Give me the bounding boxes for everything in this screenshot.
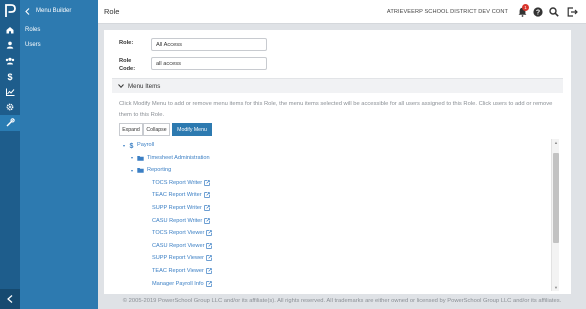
tree-node-timesheet-administration[interactable]: ▾ Timesheet Administration: [131, 152, 210, 164]
home-icon[interactable]: [0, 22, 20, 38]
search-icon[interactable]: [548, 6, 560, 18]
tree-leaf-tocs-report-viewer[interactable]: TOCS Report Viewer: [152, 227, 213, 239]
external-link-icon: [206, 243, 213, 249]
expand-button[interactable]: Expand: [119, 123, 143, 136]
dollar-icon[interactable]: $: [0, 69, 20, 85]
menu-items-help-text: Click Modify Menu to add or remove menu …: [119, 101, 553, 118]
tree-leaf-manager-payroll-info[interactable]: Manager Payroll Info: [152, 278, 212, 289]
tools-icon[interactable]: [0, 115, 20, 131]
dollar-icon: $: [129, 142, 134, 149]
folder-icon: [137, 167, 144, 173]
svg-text:?: ?: [536, 10, 540, 17]
icon-rail: $: [0, 0, 20, 309]
tree-node-label[interactable]: Reporting: [147, 167, 171, 173]
tree-node-label[interactable]: TEAC Report Viewer: [152, 268, 204, 274]
help-icon[interactable]: ?: [532, 6, 544, 18]
role-code-label-line2: Code:: [119, 66, 136, 72]
tree-leaf-supp-report-viewer[interactable]: SUPP Report Viewer: [152, 252, 212, 264]
menu-items-header[interactable]: Menu Items: [112, 78, 563, 93]
copyright-footer: © 2005-2019 PowerSchool Group LLC and/or…: [122, 297, 562, 304]
tree-node-label[interactable]: SUPP Report Viewer: [152, 255, 204, 261]
chevron-left-icon: [25, 7, 30, 15]
chart-icon[interactable]: [0, 84, 20, 100]
tree-node-label[interactable]: Manager Payroll Info: [152, 281, 204, 287]
tree-leaf-teac-report-writer[interactable]: TEAC Report Writer: [152, 189, 210, 201]
page-title: Role: [104, 7, 120, 16]
svg-text:$: $: [130, 143, 134, 149]
role-name-input[interactable]: [151, 38, 267, 51]
folder-icon: [137, 155, 144, 161]
users-icon[interactable]: [0, 53, 20, 69]
tree-node-label[interactable]: SUPP Report Writer: [152, 205, 202, 211]
gear-icon[interactable]: [0, 100, 20, 116]
bell-icon[interactable]: 1: [516, 4, 529, 18]
tree-node-reporting[interactable]: ▾ Reporting: [131, 164, 171, 176]
collapse-nav-button[interactable]: [0, 289, 20, 309]
role-code-input[interactable]: [151, 57, 267, 70]
external-link-icon: [204, 205, 210, 211]
district-name[interactable]: ATRIEVEERP SCHOOL DISTRICT DEV CONT: [387, 9, 508, 15]
external-link-icon: [206, 268, 212, 274]
tree-node-label[interactable]: CASU Report Writer: [152, 218, 202, 224]
menu-tree: ▾ $ Payroll ▾ Timesheet Administration ▾…: [119, 139, 555, 289]
menu-items-title: Menu Items: [128, 82, 161, 90]
tree-node-label[interactable]: TOCS Report Writer: [152, 180, 202, 186]
tree-node-label[interactable]: TOCS Report Viewer: [152, 230, 204, 236]
sidebar-item-users[interactable]: Users: [20, 37, 98, 52]
external-link-icon: [203, 192, 210, 199]
external-link-icon: [205, 280, 212, 287]
tree-node-label[interactable]: Timesheet Administration: [147, 155, 210, 161]
tree-node-label[interactable]: Payroll: [137, 142, 154, 148]
modify-menu-button[interactable]: Modify Menu: [172, 123, 212, 136]
tree-leaf-supp-report-writer[interactable]: SUPP Report Writer: [152, 202, 210, 214]
chevron-left-icon: [7, 295, 13, 303]
sidebar-item-roles[interactable]: Roles: [20, 22, 98, 37]
powerschool-logo[interactable]: [0, 0, 20, 22]
role-label: Role:: [119, 40, 134, 46]
user-icon[interactable]: [0, 38, 20, 54]
external-link-icon: [204, 217, 211, 224]
nav-title: Menu Builder: [36, 8, 72, 14]
external-link-icon: [206, 230, 213, 236]
tree-scrollbar[interactable]: ▲ ▼: [551, 139, 559, 291]
sign-out-icon[interactable]: [566, 6, 578, 18]
collapse-button[interactable]: Collapse: [143, 123, 170, 136]
tree-node-label[interactable]: TEAC Report Writer: [152, 192, 202, 198]
external-link-icon: [204, 180, 210, 186]
tree-leaf-teac-report-viewer[interactable]: TEAC Report Viewer: [152, 265, 212, 277]
scroll-up-arrow-icon[interactable]: ▲: [553, 140, 559, 145]
scroll-down-arrow-icon[interactable]: ▼: [553, 285, 559, 290]
nav-back-button[interactable]: Menu Builder: [20, 0, 98, 22]
tree-leaf-tocs-report-writer[interactable]: TOCS Report Writer: [152, 177, 210, 189]
menu-builder-nav: Menu Builder Roles Users: [20, 0, 98, 309]
chevron-down-icon: [118, 84, 124, 88]
tree-leaf-casu-report-writer[interactable]: CASU Report Writer: [152, 215, 211, 227]
tree-node-label[interactable]: CASU Report Viewer: [152, 243, 204, 249]
svg-text:$: $: [7, 72, 12, 81]
tree-leaf-casu-report-viewer[interactable]: CASU Report Viewer: [152, 240, 213, 252]
external-link-icon: [206, 255, 212, 262]
role-code-label-line1: Role: [119, 58, 132, 64]
role-panel: Role: Role Code: Menu Items Click Modify…: [104, 30, 571, 294]
scrollbar-thumb[interactable]: [553, 153, 559, 243]
top-bar: Role ATRIEVEERP SCHOOL DISTRICT DEV CONT…: [98, 0, 586, 24]
notification-badge: 1: [522, 4, 529, 11]
tree-node-payroll[interactable]: ▾ $ Payroll: [123, 139, 154, 151]
